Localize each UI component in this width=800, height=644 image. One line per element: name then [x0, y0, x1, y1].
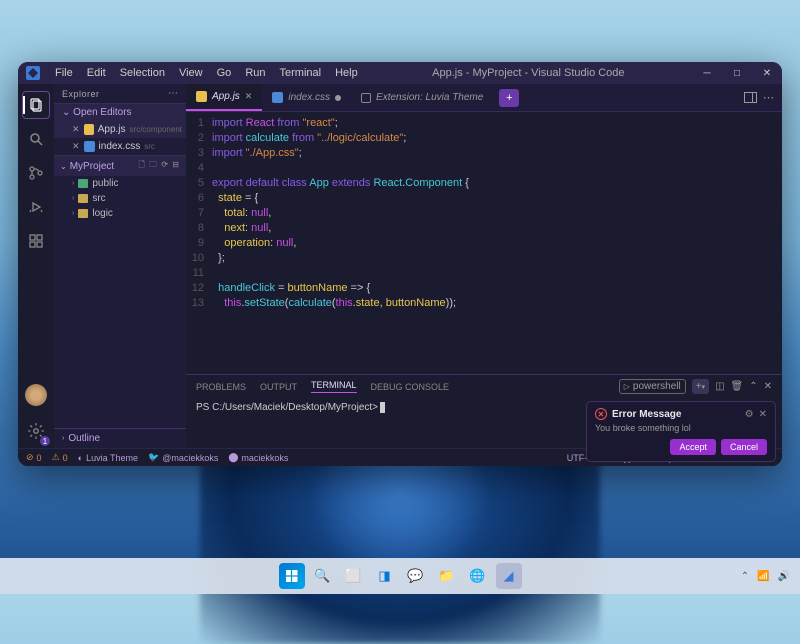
- tray-wifi-icon[interactable]: 📶: [757, 571, 769, 582]
- system-tray[interactable]: ⌃ 📶 🔊: [741, 571, 790, 582]
- status-github[interactable]: ⬤ maciekkoks: [228, 452, 288, 463]
- explorer-icon[interactable]: [22, 91, 50, 119]
- taskbar-vscode-icon[interactable]: ◢: [496, 563, 522, 589]
- accept-button[interactable]: Accept: [670, 439, 716, 455]
- close-notification-icon[interactable]: ✕: [759, 409, 767, 420]
- start-button[interactable]: [279, 563, 305, 589]
- sidebar: Explorer ⋯ ⌄ Open Editors ✕ App.js src/c…: [54, 84, 186, 448]
- taskbar: 🔍 ⬜ ◨ 💬 📁 🌐 ◢ ⌃ 📶 🔊: [0, 558, 800, 594]
- cursor: [380, 402, 385, 413]
- settings-icon[interactable]: [18, 414, 54, 448]
- dirty-icon: [335, 95, 341, 101]
- js-file-icon: [196, 91, 207, 102]
- tree-src[interactable]: ›src: [54, 191, 186, 206]
- tab-extension[interactable]: Extension: Luvia Theme: [351, 84, 493, 111]
- editor-item-app[interactable]: ✕ App.js src/component: [54, 121, 186, 138]
- js-file-icon: [84, 124, 94, 135]
- menu-run[interactable]: Run: [238, 64, 272, 82]
- panel-tab-output[interactable]: OUTPUT: [260, 382, 297, 392]
- taskbar-edge-icon[interactable]: 🌐: [465, 563, 491, 589]
- tree-public[interactable]: ›public: [54, 176, 186, 191]
- tab-index[interactable]: index.css: [262, 84, 351, 111]
- status-errors[interactable]: ⊘ 0: [26, 452, 42, 463]
- gear-icon[interactable]: ⚙: [745, 409, 754, 420]
- close-icon[interactable]: ✕: [245, 91, 253, 102]
- titlebar: File Edit Selection View Go Run Terminal…: [18, 62, 782, 84]
- taskbar-explorer-icon[interactable]: 📁: [434, 563, 460, 589]
- menu-edit[interactable]: Edit: [80, 64, 113, 82]
- editor-item-index[interactable]: ✕ index.css src: [54, 138, 186, 155]
- taskbar-chat-icon[interactable]: 💬: [403, 563, 429, 589]
- close-icon[interactable]: ✕: [72, 124, 80, 135]
- status-theme[interactable]: ◐ Luvia Theme: [78, 453, 138, 463]
- folder-icon: [78, 209, 88, 218]
- menu-file[interactable]: File: [48, 64, 80, 82]
- error-icon: ✕: [595, 408, 607, 420]
- css-file-icon: [272, 92, 283, 103]
- vscode-icon: [26, 66, 40, 80]
- menu-view[interactable]: View: [172, 64, 210, 82]
- split-terminal-icon[interactable]: ◫: [715, 381, 724, 392]
- folder-icon: [78, 194, 88, 203]
- panel-tab-terminal[interactable]: TERMINAL: [311, 380, 357, 393]
- source-control-icon[interactable]: [18, 156, 54, 190]
- code-editor[interactable]: 12345678910111213 import React from "rea…: [186, 112, 782, 374]
- split-editor-icon[interactable]: [744, 92, 757, 103]
- panel-tab-debug[interactable]: DEBUG CONSOLE: [371, 382, 450, 392]
- vscode-window: File Edit Selection View Go Run Terminal…: [18, 62, 782, 466]
- taskbar-widgets-icon[interactable]: ◨: [372, 563, 398, 589]
- folder-icon: [78, 179, 88, 188]
- new-terminal-button[interactable]: +▾: [692, 379, 709, 394]
- menu-bar: File Edit Selection View Go Run Terminal…: [48, 64, 365, 82]
- error-notification: ✕ Error Message ⚙ ✕ You broke something l…: [586, 401, 776, 462]
- tray-chevron-icon[interactable]: ⌃: [741, 571, 749, 582]
- menu-go[interactable]: Go: [210, 64, 239, 82]
- debug-icon[interactable]: [18, 190, 54, 224]
- bottom-panel: PROBLEMS OUTPUT TERMINAL DEBUG CONSOLE ▷…: [186, 374, 782, 448]
- status-twitter[interactable]: 🐦 @maciekkoks: [148, 452, 218, 463]
- close-panel-icon[interactable]: ✕: [764, 381, 772, 392]
- tree-logic[interactable]: ›logic: [54, 206, 186, 221]
- tray-volume-icon[interactable]: 🔊: [778, 571, 790, 582]
- menu-help[interactable]: Help: [328, 64, 365, 82]
- outline-section[interactable]: ›Outline: [54, 428, 186, 448]
- close-icon[interactable]: ✕: [72, 141, 80, 152]
- cancel-button[interactable]: Cancel: [721, 439, 767, 455]
- account-avatar[interactable]: [25, 384, 47, 406]
- search-icon[interactable]: [18, 122, 54, 156]
- maximize-button[interactable]: □: [722, 68, 752, 79]
- menu-selection[interactable]: Selection: [113, 64, 172, 82]
- shell-selector[interactable]: ▷powershell: [619, 379, 686, 394]
- extension-icon: [361, 93, 371, 103]
- css-file-icon: [84, 141, 95, 152]
- notification-title: Error Message: [612, 409, 740, 420]
- window-title: App.js - MyProject - Visual Studio Code: [365, 67, 692, 79]
- minimize-button[interactable]: ─: [692, 68, 722, 79]
- editor-main: App.js✕ index.css Extension: Luvia Theme…: [186, 84, 782, 448]
- tab-app[interactable]: App.js✕: [186, 84, 262, 111]
- editor-more-icon[interactable]: ⋯: [763, 91, 774, 104]
- sidebar-title: Explorer: [62, 89, 168, 99]
- status-warnings[interactable]: ⚠ 0: [52, 452, 68, 463]
- folder-actions-icons[interactable]: 🗋 🗀 ⟳ ⊟: [138, 159, 180, 173]
- close-button[interactable]: ✕: [752, 68, 782, 79]
- taskbar-search-icon[interactable]: 🔍: [310, 563, 336, 589]
- trash-icon[interactable]: 🗑: [731, 381, 744, 392]
- project-section[interactable]: ⌄ MyProject 🗋 🗀 ⟳ ⊟: [54, 155, 186, 176]
- tab-bar: App.js✕ index.css Extension: Luvia Theme…: [186, 84, 782, 112]
- notification-body: You broke something lol: [595, 423, 767, 433]
- open-editors-section[interactable]: ⌄ Open Editors: [54, 103, 186, 121]
- taskbar-taskview-icon[interactable]: ⬜: [341, 563, 367, 589]
- activity-bar: [18, 84, 54, 448]
- menu-terminal[interactable]: Terminal: [273, 64, 329, 82]
- window-controls: ─ □ ✕: [692, 68, 782, 79]
- sidebar-more-icon[interactable]: ⋯: [168, 88, 178, 99]
- panel-tab-problems[interactable]: PROBLEMS: [196, 382, 246, 392]
- new-tab-button[interactable]: +: [499, 89, 519, 107]
- chevron-up-icon[interactable]: ⌃: [749, 381, 757, 392]
- extensions-icon[interactable]: [18, 224, 54, 258]
